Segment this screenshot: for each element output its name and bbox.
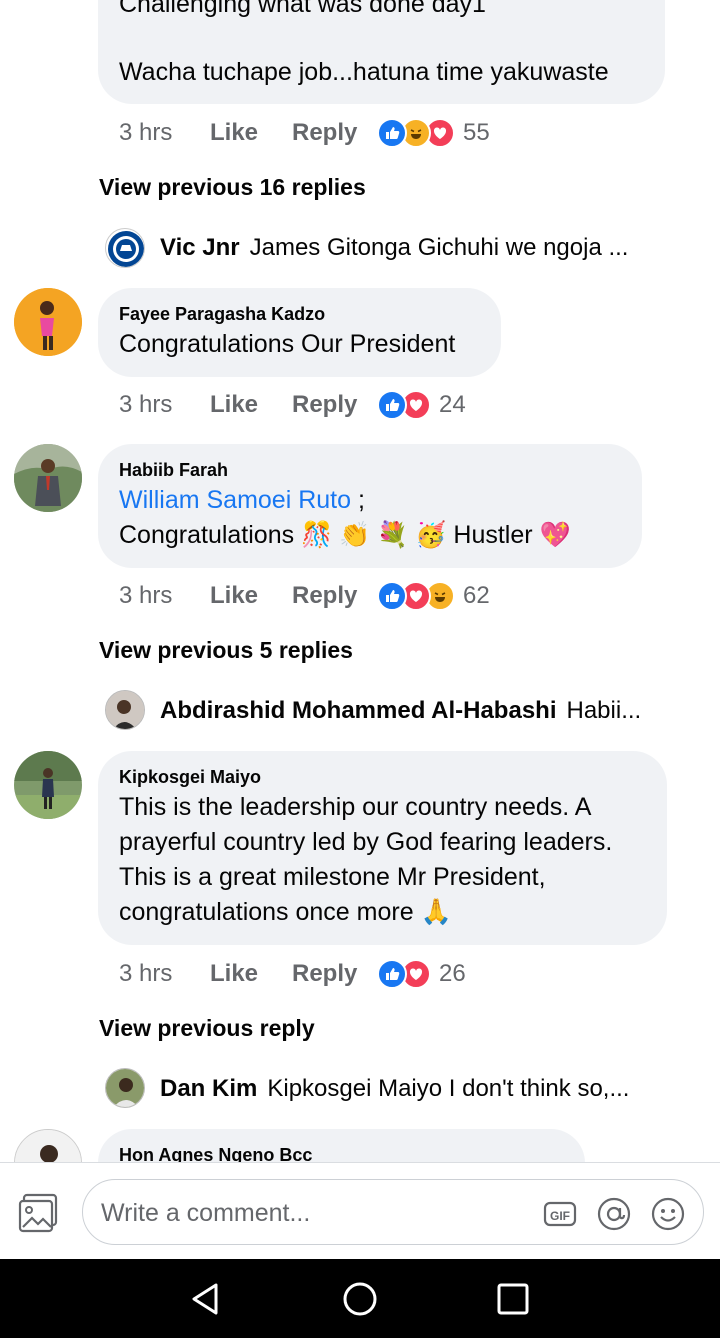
comment-input[interactable] — [101, 1196, 531, 1230]
comment-bubble[interactable]: Kipkosgei Maiyo This is the leadership o… — [98, 751, 667, 945]
comment-time: 3 hrs — [119, 119, 173, 146]
like-button[interactable]: Like — [210, 582, 292, 610]
like-reaction-icon — [377, 390, 407, 420]
like-reaction-icon — [377, 581, 407, 611]
reply-button[interactable]: Reply — [292, 391, 377, 419]
comment-meta: 3 hrs Like Reply 26 — [119, 958, 466, 990]
reply-preview[interactable]: Abdirashid Mohammed Al-Habashi Habii... — [160, 697, 641, 725]
comment-author[interactable]: Habiib Farah — [119, 460, 228, 481]
reply-author: Dan Kim — [160, 1075, 258, 1102]
photo-icon[interactable] — [18, 1193, 60, 1233]
reply-preview[interactable]: Dan Kim Kipkosgei Maiyo I don't think so,… — [160, 1075, 629, 1103]
like-reaction-icon — [377, 118, 407, 148]
mention-icon[interactable] — [597, 1197, 631, 1231]
view-previous-replies[interactable]: View previous 5 replies — [99, 637, 353, 664]
reply-author: Vic Jnr — [160, 234, 240, 261]
emoji-icon[interactable] — [651, 1197, 685, 1231]
system-nav-bar — [0, 1259, 720, 1338]
comment-text-suffix: Hustler — [453, 521, 533, 549]
avatar[interactable] — [14, 751, 82, 819]
like-button[interactable]: Like — [210, 119, 292, 147]
comment-time: 3 hrs — [119, 960, 173, 987]
comment-text-line2: Wacha tuchape job...hatuna time yakuwast… — [119, 58, 609, 86]
reply-author: Abdirashid Mohammed Al-Habashi — [160, 697, 557, 724]
gif-icon[interactable]: GIF — [543, 1197, 577, 1231]
comment-emoji-end: 💖 — [539, 521, 571, 549]
reactions-summary[interactable] — [377, 118, 455, 148]
comment-bubble[interactable]: Fayee Paragasha Kadzo Congratulations Ou… — [98, 288, 501, 377]
reply-snippet: Kipkosgei Maiyo I don't think so,... — [267, 1075, 630, 1102]
comment-time: 3 hrs — [119, 582, 173, 609]
view-previous-replies[interactable]: View previous 16 replies — [99, 174, 366, 201]
gif-label: GIF — [550, 1209, 570, 1223]
comment-text: Congratulations 🎊 👏 💐 🥳 Hustler 💖 — [119, 518, 571, 553]
reactions-summary[interactable] — [377, 581, 455, 611]
reply-button[interactable]: Reply — [292, 119, 377, 147]
comment-time: 3 hrs — [119, 391, 173, 418]
reactions-summary[interactable] — [377, 390, 431, 420]
reply-preview[interactable]: Vic Jnr James Gitonga Gichuhi we ngoja ..… — [160, 234, 628, 262]
like-button[interactable]: Like — [210, 960, 292, 988]
like-reaction-icon — [377, 959, 407, 989]
reaction-count: 26 — [439, 960, 466, 987]
comment-meta-top: 3 hrs Like Reply 55 — [119, 117, 490, 149]
like-button[interactable]: Like — [210, 391, 292, 419]
reply-button[interactable]: Reply — [292, 960, 377, 988]
avatar[interactable] — [105, 228, 145, 268]
avatar[interactable] — [14, 444, 82, 512]
comment-text: This is the leadership our country needs… — [119, 793, 613, 926]
home-icon[interactable] — [342, 1281, 378, 1317]
view-previous-replies[interactable]: View previous reply — [99, 1015, 315, 1042]
avatar[interactable] — [105, 690, 145, 730]
comment-bubble-top[interactable]: Challenging what was done day1 Wacha tuc… — [98, 0, 665, 104]
mention-suffix: ; — [351, 486, 365, 514]
back-icon[interactable] — [188, 1281, 224, 1317]
reply-button[interactable]: Reply — [292, 582, 377, 610]
comment-emojis: 🎊 👏 💐 🥳 — [301, 521, 447, 549]
reaction-count: 24 — [439, 391, 466, 418]
avatar[interactable] — [14, 288, 82, 356]
reaction-count: 55 — [463, 119, 490, 146]
comment-composer: GIF — [0, 1162, 720, 1259]
comment-author[interactable]: Fayee Paragasha Kadzo — [119, 304, 325, 325]
comment-meta: 3 hrs Like Reply 62 — [119, 580, 490, 612]
reply-snippet: Habii... — [566, 697, 642, 724]
reactions-summary[interactable] — [377, 959, 431, 989]
comment-text: Congratulations Our President — [119, 330, 456, 358]
comment-text-line1: Challenging what was done day1 — [119, 0, 486, 18]
comment-meta: 3 hrs Like Reply 24 — [119, 389, 466, 421]
reaction-count: 62 — [463, 582, 490, 609]
comment-text-mention-line: William Samoei Ruto ; — [119, 483, 365, 518]
comment-text-prefix: Congratulations — [119, 521, 295, 549]
mention-link[interactable]: William Samoei Ruto — [119, 486, 351, 514]
reply-snippet: James Gitonga Gichuhi we ngoja ... — [249, 234, 629, 261]
comment-bubble[interactable]: Habiib Farah William Samoei Ruto ; Congr… — [98, 444, 642, 568]
avatar[interactable] — [105, 1068, 145, 1108]
comment-author[interactable]: Kipkosgei Maiyo — [119, 767, 261, 788]
recents-icon[interactable] — [495, 1281, 531, 1317]
comment-input-field[interactable]: GIF — [82, 1179, 704, 1245]
